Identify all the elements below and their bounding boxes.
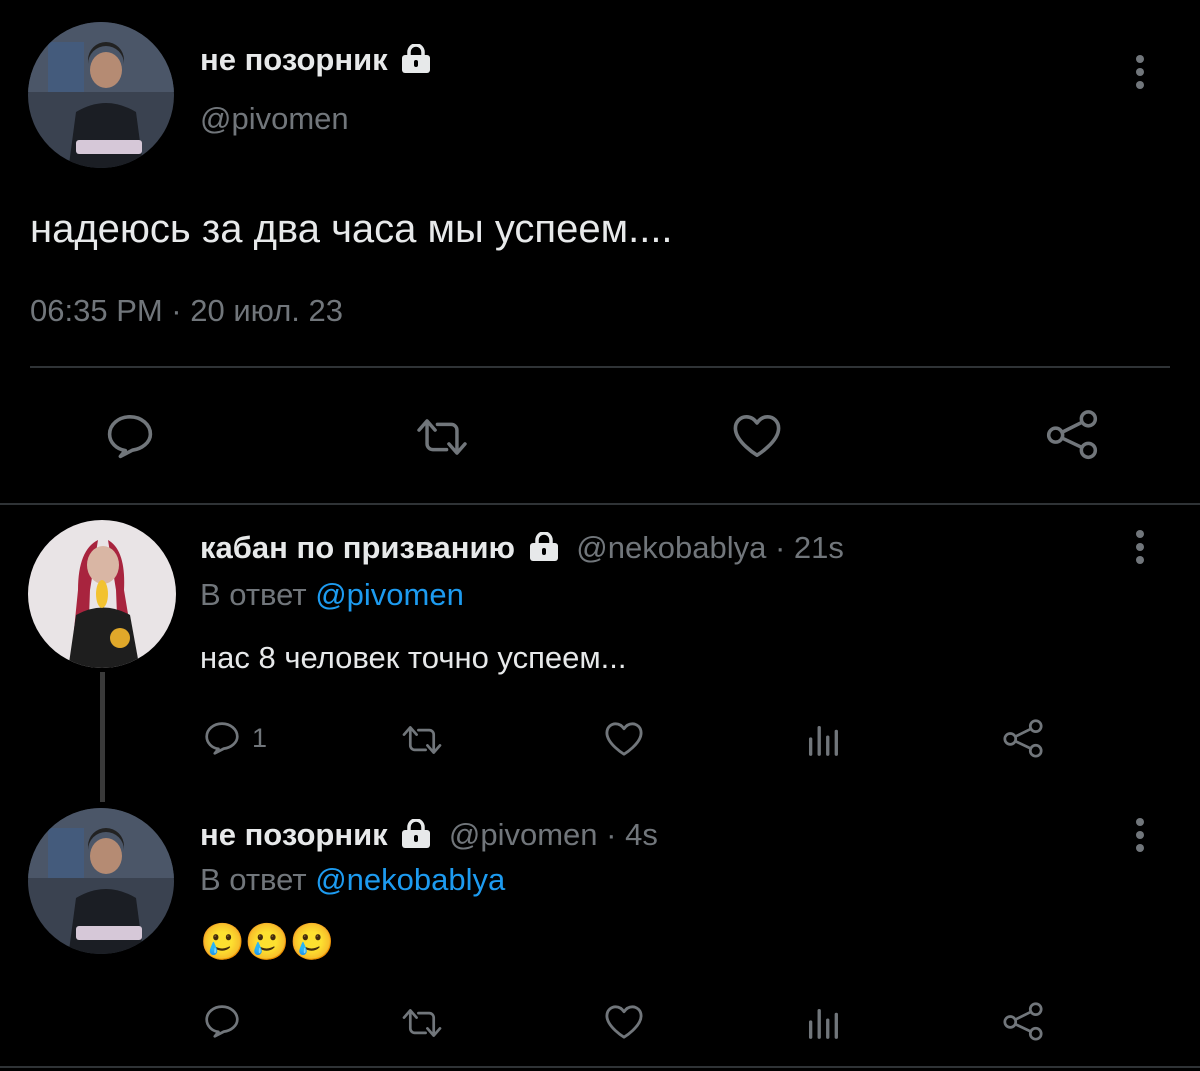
- reply-text: нас 8 человек точно успеем...: [200, 640, 627, 675]
- tweet-text: надеюсь за два часа мы успеем....: [30, 207, 673, 251]
- display-name[interactable]: кабан по призванию: [200, 530, 515, 565]
- bottom-divider: [0, 1066, 1200, 1068]
- share-icon[interactable]: [1001, 718, 1045, 758]
- relative-time[interactable]: · 21s: [775, 530, 844, 565]
- relative-time[interactable]: · 4s: [606, 817, 658, 852]
- display-name[interactable]: не позорник: [200, 817, 388, 852]
- share-icon[interactable]: [1001, 1001, 1045, 1041]
- like-icon[interactable]: [603, 720, 645, 758]
- reply-to-link[interactable]: @nekobablya: [315, 862, 505, 897]
- reply-header: не позорник @pivomen · 4s: [200, 815, 658, 855]
- reply-thread-line: [100, 672, 105, 802]
- handle[interactable]: @pivomen: [200, 101, 349, 137]
- reply-text: 🥲🥲🥲: [200, 921, 335, 962]
- avatar[interactable]: [28, 22, 174, 168]
- like-icon[interactable]: [730, 412, 784, 460]
- reply-prefix: В ответ: [200, 862, 307, 897]
- reply-header: кабан по призванию @nekobablya · 21s: [200, 528, 844, 568]
- timestamp[interactable]: 06:35 PM · 20 июл. 23: [30, 292, 343, 330]
- handle[interactable]: @pivomen: [449, 817, 598, 852]
- reply-icon[interactable]: [203, 1003, 241, 1039]
- reply-count: 1: [252, 723, 268, 753]
- display-name-text: не позорник: [200, 42, 388, 77]
- lock-icon: [528, 532, 560, 562]
- share-icon[interactable]: [1044, 408, 1100, 460]
- avatar[interactable]: [28, 808, 174, 954]
- reply-icon[interactable]: [105, 412, 155, 460]
- reply-prefix: В ответ: [200, 577, 307, 612]
- lock-icon: [400, 819, 432, 849]
- retweet-icon[interactable]: [399, 722, 445, 758]
- handle[interactable]: @nekobablya: [576, 530, 766, 565]
- reply-icon[interactable]: [203, 720, 241, 756]
- more-options-icon[interactable]: [1132, 55, 1148, 94]
- stats-icon[interactable]: [804, 720, 842, 758]
- display-name[interactable]: не позорник: [200, 40, 432, 80]
- more-options-icon[interactable]: [1132, 818, 1148, 857]
- stats-icon[interactable]: [804, 1003, 842, 1041]
- reply-context: В ответ @pivomen: [200, 576, 464, 614]
- retweet-icon[interactable]: [399, 1005, 445, 1041]
- reply-context: В ответ @nekobablya: [200, 861, 505, 899]
- reply-to-link[interactable]: @pivomen: [315, 577, 464, 612]
- section-divider: [0, 503, 1200, 505]
- avatar[interactable]: [28, 520, 176, 668]
- more-options-icon[interactable]: [1132, 530, 1148, 569]
- lock-icon: [400, 44, 432, 74]
- divider: [30, 366, 1170, 368]
- retweet-icon[interactable]: [412, 414, 472, 460]
- like-icon[interactable]: [603, 1003, 645, 1041]
